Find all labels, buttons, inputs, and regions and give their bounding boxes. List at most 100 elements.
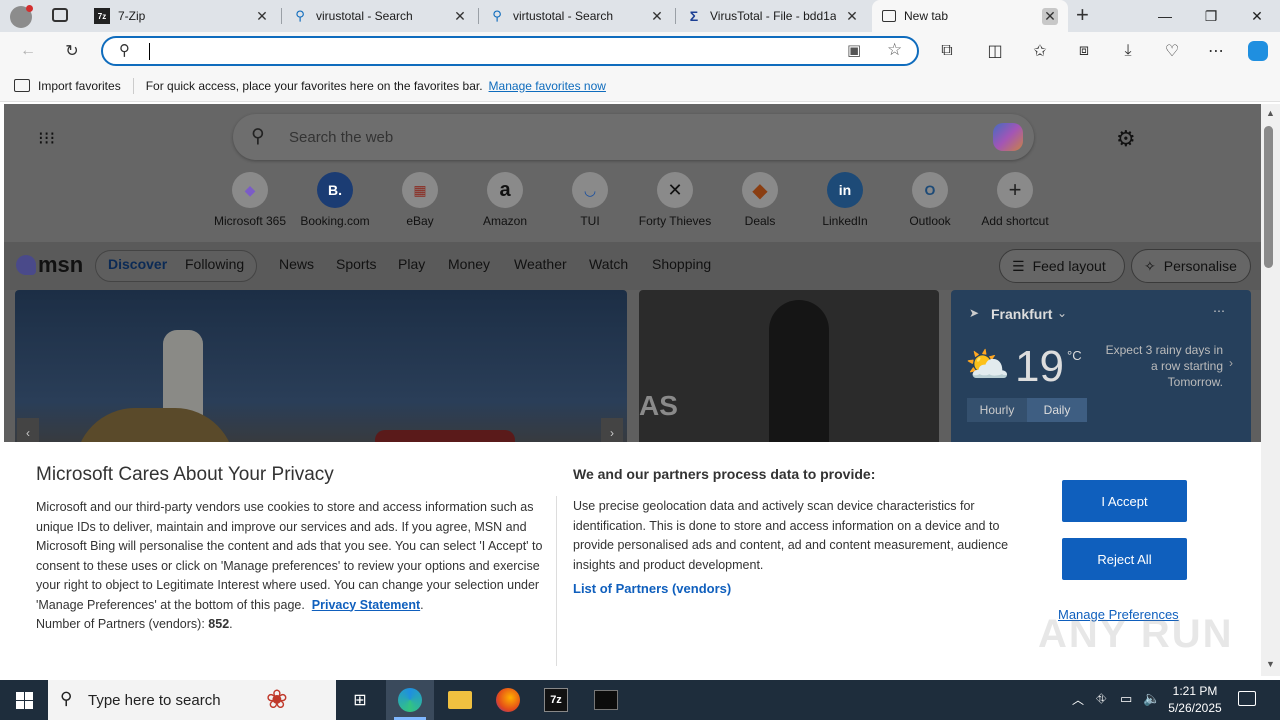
- import-favorites-button[interactable]: Import favorites: [38, 79, 121, 93]
- tab-new-tab[interactable]: New tab ✕: [872, 0, 1068, 32]
- settings-gear-icon[interactable]: ⚙: [1116, 126, 1136, 152]
- tab-virtustotal-search[interactable]: ⚲ virtustotal - Search ✕: [479, 0, 675, 32]
- minimize-button[interactable]: —: [1142, 0, 1188, 32]
- nav-news[interactable]: News: [279, 256, 314, 272]
- weather-card[interactable]: ➤ Frankfurt ⌄ ⋯ ⛅ 19 °C Expect 3 rainy d…: [951, 290, 1251, 450]
- shortcut-linkedin[interactable]: in LinkedIn: [802, 172, 888, 228]
- maximize-button[interactable]: ❐: [1188, 0, 1234, 32]
- shortcut-forty-thieves[interactable]: ✕ Forty Thieves: [632, 172, 718, 228]
- page-scrollbar[interactable]: ▲ ▼: [1261, 104, 1280, 676]
- shortcut-label: Forty Thieves: [638, 214, 712, 228]
- wifi-icon[interactable]: ▭: [1120, 691, 1132, 707]
- shortcut-booking[interactable]: B. Booking.com: [292, 172, 378, 228]
- nav-weather[interactable]: Weather: [514, 256, 567, 272]
- weather-tab-hourly[interactable]: Hourly: [967, 398, 1027, 422]
- shortcut-microsoft-365[interactable]: ◆ Microsoft 365: [207, 172, 293, 228]
- newtab-header: ⁝⁝⁝ ⚲ Search the web ⚙ ◆ Microsoft 365 B.…: [4, 104, 1261, 242]
- shortcut-amazon[interactable]: a Amazon: [462, 172, 548, 228]
- address-input[interactable]: [147, 42, 827, 60]
- divider: [132, 77, 134, 94]
- tab-actions-icon[interactable]: [52, 8, 68, 22]
- close-icon[interactable]: ✕: [844, 8, 860, 25]
- nav-shopping[interactable]: Shopping: [652, 256, 711, 272]
- personalise-button[interactable]: ✧ Personalise: [1131, 249, 1251, 283]
- reject-all-button[interactable]: Reject All: [1062, 538, 1187, 580]
- shortcut-ebay[interactable]: ▦ eBay: [377, 172, 463, 228]
- nav-play[interactable]: Play: [398, 256, 425, 272]
- start-button[interactable]: [0, 680, 48, 720]
- clock[interactable]: 1:21 PM 5/26/2025: [1164, 683, 1226, 717]
- copilot-icon[interactable]: [1244, 37, 1272, 65]
- shortcut-outlook[interactable]: O Outlook: [887, 172, 973, 228]
- ebay-icon: ▦: [402, 172, 438, 208]
- favorite-star-icon[interactable]: ☆: [887, 40, 902, 60]
- extensions-icon[interactable]: ⧉: [933, 37, 961, 65]
- import-favorites-icon[interactable]: [14, 79, 30, 92]
- weather-city[interactable]: Frankfurt: [991, 306, 1052, 322]
- scroll-down-arrow-icon[interactable]: ▼: [1266, 659, 1275, 669]
- nav-money[interactable]: Money: [448, 256, 490, 272]
- chevron-down-icon[interactable]: ⌄: [1057, 306, 1067, 320]
- favorites-icon[interactable]: ✩: [1026, 37, 1054, 65]
- 7zip-taskbar-icon[interactable]: 7z: [532, 680, 580, 720]
- shortcut-label: LinkedIn: [822, 214, 868, 228]
- volume-icon[interactable]: 🔈: [1143, 690, 1160, 707]
- nav-watch[interactable]: Watch: [589, 256, 628, 272]
- nav-following[interactable]: Following: [185, 256, 244, 272]
- consent-divider: [556, 496, 557, 666]
- partly-cloudy-icon: ⛅: [965, 344, 1010, 385]
- refresh-icon[interactable]: ↻: [58, 37, 86, 65]
- network-icon[interactable]: ⛗: [1096, 691, 1106, 707]
- immersive-reader-icon[interactable]: ▣: [847, 41, 861, 59]
- shortcut-add[interactable]: + Add shortcut: [972, 172, 1058, 228]
- file-explorer-icon[interactable]: [436, 680, 484, 720]
- terminal-icon[interactable]: [582, 680, 630, 720]
- back-icon[interactable]: ←: [14, 37, 42, 65]
- sliders-icon: ☰: [1012, 257, 1025, 274]
- nav-sports[interactable]: Sports: [336, 256, 376, 272]
- split-screen-icon[interactable]: ◫: [981, 37, 1009, 65]
- web-search-placeholder[interactable]: Search the web: [289, 129, 393, 146]
- edge-taskbar-icon[interactable]: [386, 680, 434, 720]
- close-window-button[interactable]: ✕: [1234, 0, 1280, 32]
- address-bar[interactable]: ⚲ ▣ ☆: [101, 36, 919, 66]
- task-view-icon[interactable]: ⊞: [336, 680, 384, 720]
- close-icon[interactable]: ✕: [1042, 7, 1058, 25]
- list-of-partners-link[interactable]: List of Partners (vendors): [573, 581, 731, 596]
- close-icon[interactable]: ✕: [254, 8, 270, 25]
- tab-7zip[interactable]: 7z 7-Zip ✕: [84, 0, 280, 32]
- show-hidden-icons[interactable]: ︿: [1072, 691, 1084, 708]
- tab-virustotal-file[interactable]: Σ VirusTotal - File - bdd1a3 ✕: [676, 0, 870, 32]
- notifications-icon[interactable]: [1238, 691, 1256, 706]
- apps-launcher-icon[interactable]: ⁝⁝⁝: [38, 128, 58, 148]
- firefox-icon[interactable]: [484, 680, 532, 720]
- more-options-icon[interactable]: ⋯: [1213, 304, 1225, 318]
- taskbar-search[interactable]: ⚲ Type here to search ❀: [48, 680, 336, 720]
- profile-avatar[interactable]: [10, 5, 33, 28]
- close-icon[interactable]: ✕: [452, 8, 468, 25]
- msn-logo[interactable]: msn: [16, 252, 83, 278]
- scrollbar-thumb[interactable]: [1264, 126, 1273, 268]
- manage-favorites-link[interactable]: Manage favorites now: [489, 79, 606, 93]
- chevron-right-icon[interactable]: ›: [1229, 356, 1233, 370]
- copilot-icon[interactable]: [993, 123, 1023, 151]
- web-search-box[interactable]: ⚲ Search the web: [233, 114, 1034, 160]
- hero-image-figure: [163, 330, 203, 420]
- feed-layout-button[interactable]: ☰ Feed layout: [999, 249, 1125, 283]
- privacy-statement-link[interactable]: Privacy Statement: [312, 598, 420, 612]
- hero-news-card[interactable]: ‹ ›: [15, 290, 627, 450]
- shortcut-deals[interactable]: ◆ Deals: [717, 172, 803, 228]
- scroll-up-arrow-icon[interactable]: ▲: [1266, 108, 1275, 118]
- collections-icon[interactable]: ⧈: [1070, 37, 1098, 65]
- weather-tab-daily[interactable]: Daily: [1027, 398, 1087, 422]
- new-tab-button[interactable]: +: [1076, 4, 1096, 28]
- downloads-icon[interactable]: ⤓: [1114, 37, 1142, 65]
- tab-virustotal-search[interactable]: ⚲ virustotal - Search ✕: [282, 0, 478, 32]
- nav-discover[interactable]: Discover: [108, 256, 167, 272]
- sports-news-card[interactable]: AS: [639, 290, 939, 450]
- shortcut-tui[interactable]: ◡ TUI: [547, 172, 633, 228]
- more-menu-icon[interactable]: ⋯: [1202, 37, 1230, 65]
- close-icon[interactable]: ✕: [649, 8, 665, 25]
- accept-button[interactable]: I Accept: [1062, 480, 1187, 522]
- browser-essentials-icon[interactable]: ♡: [1158, 37, 1186, 65]
